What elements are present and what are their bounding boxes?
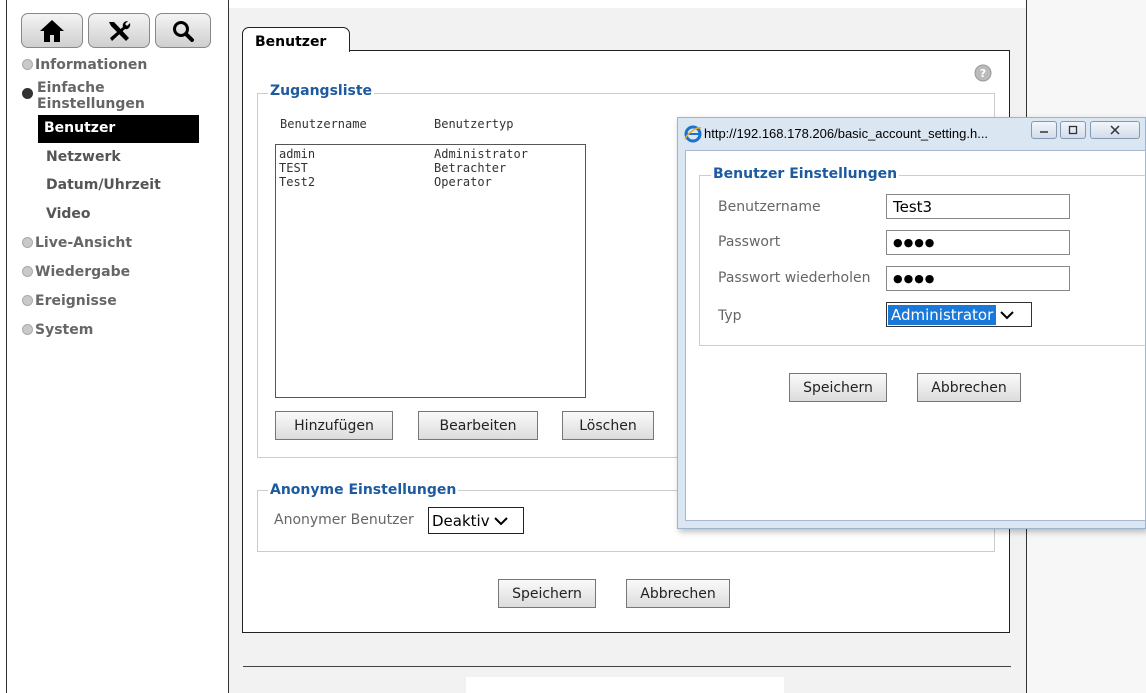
bullet-icon [22,59,33,70]
left-border-line [6,0,7,693]
nav-subitem-video[interactable]: Video [46,206,91,222]
edit-user-button[interactable]: Bearbeiten [418,411,538,440]
nav-item-system[interactable]: System [22,322,93,338]
settings-button[interactable] [88,13,150,48]
nav-subitem-datum-uhrzeit[interactable]: Datum/Uhrzeit [46,177,161,193]
list-item-type: Operator [434,175,492,189]
minimize-icon [1040,131,1048,133]
password-label: Passwort [718,234,781,250]
nav-subitem-netzwerk[interactable]: Netzwerk [46,149,121,165]
password-field[interactable]: ●●●● [886,230,1070,255]
chevron-down-icon [1000,310,1014,319]
footer-divider [243,666,1011,667]
cancel-button[interactable]: Abbrechen [626,579,730,608]
anonymous-user-label: Anonymer Benutzer [274,512,414,528]
home-icon [40,19,64,42]
content-bottom-gap [466,677,784,693]
internet-explorer-icon [684,125,702,143]
left-navigation: Informationen Einfache Einstellungen Ben… [0,0,228,693]
search-icon [173,20,194,42]
anonymous-user-select[interactable]: Deaktiv [428,507,524,534]
content-top-strip [229,0,1026,8]
help-icon[interactable]: ? [974,64,992,82]
column-header-usertype: Benutzertyp [434,117,514,131]
popup-title: http://192.168.178.206/basic_account_set… [704,126,989,141]
nav-item-einfache-einstellungen[interactable]: Einfache Einstellungen [22,80,145,112]
home-button[interactable] [21,13,83,48]
nav-subitem-benutzer[interactable]: Benutzer [44,120,115,136]
type-select[interactable]: Administrator [886,302,1032,327]
dialog-cancel-button[interactable]: Abbrechen [917,373,1021,402]
user-listbox[interactable]: admin Administrator TEST Betrachter Test… [275,144,586,398]
list-item-type: Betrachter [434,161,507,175]
close-button[interactable] [1090,121,1140,139]
bullet-icon [22,266,33,277]
svg-text:?: ? [980,67,986,80]
tools-icon [109,20,131,41]
access-list-legend: Zugangsliste [268,83,375,99]
search-button[interactable] [155,13,211,48]
add-user-button[interactable]: Hinzufügen [275,411,393,440]
anonymous-settings-legend: Anonyme Einstellungen [268,482,459,498]
column-header-username: Benutzername [280,117,367,131]
password-repeat-field[interactable]: ●●●● [886,266,1070,291]
dialog-save-button[interactable]: Speichern [789,373,887,402]
username-label: Benutzername [718,199,821,215]
chevron-down-icon [493,516,508,525]
nav-item-wiedergabe[interactable]: Wiedergabe [22,264,130,280]
nav-item-informationen[interactable]: Informationen [22,57,147,73]
delete-user-button[interactable]: Löschen [562,411,654,440]
expanded-bullet-icon [22,88,33,99]
list-item[interactable]: Test2 [279,175,315,189]
password-repeat-label: Passwort wiederholen [718,270,871,286]
nav-item-live-ansicht[interactable]: Live-Ansicht [22,235,132,251]
username-field[interactable]: Test3 [886,194,1070,219]
bullet-icon [22,237,33,248]
list-item-type: Administrator [434,147,528,161]
close-icon [1110,125,1120,135]
type-label: Typ [718,308,742,324]
tab-benutzer[interactable]: Benutzer [242,27,350,52]
save-button[interactable]: Speichern [498,579,596,608]
maximize-button[interactable] [1060,121,1086,139]
bullet-icon [22,324,33,335]
list-item[interactable]: TEST [279,161,308,175]
list-item[interactable]: admin [279,147,315,161]
bullet-icon [22,295,33,306]
minimize-button[interactable] [1031,121,1057,139]
nav-item-ereignisse[interactable]: Ereignisse [22,293,117,309]
user-settings-legend: Benutzer Einstellungen [711,166,900,182]
maximize-icon [1068,125,1078,135]
